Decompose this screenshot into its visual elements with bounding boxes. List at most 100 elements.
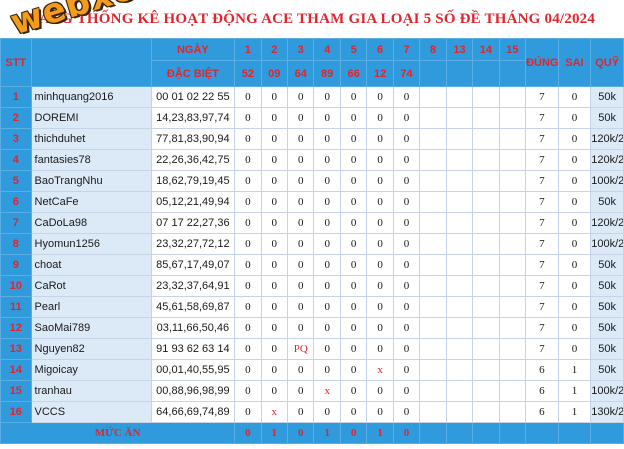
day-mark: 0 xyxy=(287,233,315,255)
wrong-count: 0 xyxy=(557,191,592,213)
row-stt: 9 xyxy=(0,254,32,276)
day-mark: 0 xyxy=(287,107,315,129)
row-stt: 4 xyxy=(0,149,32,171)
table-row: 6 NetCaFe 05,12,21,49,94 0 0 0 0 0 0 0 7 0 50k xyxy=(0,191,624,213)
day-mark: 0 xyxy=(313,359,341,381)
day-mark: 0 xyxy=(392,317,421,339)
correct-count: 7 xyxy=(525,212,559,234)
day-mark xyxy=(445,380,474,402)
wrong-count: 0 xyxy=(557,107,592,129)
player-numbers: 64,66,69,74,89 xyxy=(150,401,236,423)
day-mark: 0 xyxy=(366,107,394,129)
fund-value: 50k xyxy=(590,317,624,339)
day-mark xyxy=(419,338,447,360)
page-title: BẢNG THỐNG KÊ HOẠT ĐỘNG ACE THAM GIA LOẠ… xyxy=(0,0,624,38)
fund-value: 50k xyxy=(590,254,624,276)
day-mark: 0 xyxy=(392,359,421,381)
day-mark: 0 xyxy=(366,275,394,297)
table-row: 8 Hyomun1256 23,32,27,72,12 0 0 0 0 0 0 0 7 0 100k/2 xyxy=(0,233,624,255)
day-mark: 0 xyxy=(339,86,368,108)
day-mark: 0 xyxy=(339,338,368,360)
wrong-count: 0 xyxy=(557,233,592,255)
day-mark: 0 xyxy=(287,317,315,339)
correct-count: 7 xyxy=(525,317,559,339)
day-mark xyxy=(419,401,447,423)
footer-empty xyxy=(557,422,592,444)
day-mark: 0 xyxy=(234,149,262,171)
day-mark: 0 xyxy=(234,107,262,129)
header-row-days: STT NGÀY 1 2 3 4 5 6 7 8 13 14 15 ĐÚNG S… xyxy=(0,38,624,87)
day-mark xyxy=(445,86,474,108)
footer-value xyxy=(498,422,527,444)
header-result xyxy=(498,60,527,87)
day-mark: 0 xyxy=(260,212,289,234)
day-mark xyxy=(419,149,447,171)
footer-value: 0 xyxy=(287,422,315,444)
footer-value: 0 xyxy=(339,422,368,444)
day-mark: 0 xyxy=(313,296,341,318)
day-mark: 0 xyxy=(392,191,421,213)
day-mark xyxy=(445,254,474,276)
day-mark: x xyxy=(260,401,289,423)
day-mark: 0 xyxy=(260,149,289,171)
correct-count: 7 xyxy=(525,170,559,192)
day-mark: 0 xyxy=(260,296,289,318)
day-mark: 0 xyxy=(287,359,315,381)
fund-value: 100k/2 xyxy=(590,170,624,192)
fund-value: 130k/2 xyxy=(590,401,624,423)
table-row: 16 VCCS 64,66,69,74,89 0 x 0 0 0 0 0 6 1 130k/2 xyxy=(0,401,624,423)
day-mark: 0 xyxy=(287,86,315,108)
day-mark: 0 xyxy=(260,254,289,276)
day-mark: 0 xyxy=(339,128,368,150)
row-stt: 16 xyxy=(0,401,32,423)
day-mark: 0 xyxy=(313,401,341,423)
day-mark xyxy=(419,233,447,255)
fund-value: 50k xyxy=(590,275,624,297)
correct-count: 7 xyxy=(525,233,559,255)
player-numbers: 05,12,21,49,94 xyxy=(150,191,236,213)
player-name: Pearl xyxy=(30,296,152,318)
table-row: 3 thichduhet 77,81,83,90,94 0 0 0 0 0 0 0 7 0 120k/2 xyxy=(0,128,624,150)
header-day: 15 xyxy=(498,38,527,61)
day-mark: 0 xyxy=(392,170,421,192)
day-mark: 0 xyxy=(366,401,394,423)
wrong-count: 0 xyxy=(557,338,592,360)
day-mark: 0 xyxy=(234,380,262,402)
player-numbers: 00,01,40,55,95 xyxy=(150,359,236,381)
player-numbers: 00,88,96,98,99 xyxy=(150,380,236,402)
day-mark: 0 xyxy=(366,191,394,213)
player-numbers: 03,11,66,50,46 xyxy=(150,317,236,339)
day-mark: 0 xyxy=(313,275,341,297)
player-name: CaDoLa98 xyxy=(30,212,152,234)
day-mark: 0 xyxy=(287,170,315,192)
day-mark: 0 xyxy=(339,317,368,339)
player-name: SaoMai789 xyxy=(30,317,152,339)
day-mark: 0 xyxy=(234,212,262,234)
day-mark xyxy=(419,317,447,339)
day-mark xyxy=(498,380,527,402)
day-mark xyxy=(472,86,500,108)
row-stt: 8 xyxy=(0,233,32,255)
day-mark: 0 xyxy=(366,170,394,192)
row-stt: 10 xyxy=(0,275,32,297)
day-mark: 0 xyxy=(234,254,262,276)
header-day: 1 xyxy=(234,38,262,61)
player-numbers: 22,26,36,42,75 xyxy=(150,149,236,171)
player-numbers: 23,32,27,72,12 xyxy=(150,233,236,255)
header-result: 09 xyxy=(260,60,289,87)
correct-count: 6 xyxy=(525,401,559,423)
table-row: 10 CaRot 23,32,37,64,91 0 0 0 0 0 0 0 7 0 50k xyxy=(0,275,624,297)
player-numbers: 91 93 62 63 14 xyxy=(150,338,236,360)
day-mark: 0 xyxy=(260,317,289,339)
player-numbers: 85,67,17,49,07 xyxy=(150,254,236,276)
player-name: Nguyen82 xyxy=(30,338,152,360)
day-mark: 0 xyxy=(260,338,289,360)
player-name: fantasies78 xyxy=(30,149,152,171)
fund-value: 50k xyxy=(590,296,624,318)
day-mark: 0 xyxy=(392,254,421,276)
footer-row: MỨC ĂN 0 1 0 1 0 1 0 xyxy=(0,422,624,444)
day-mark: 0 xyxy=(287,296,315,318)
day-mark xyxy=(445,107,474,129)
player-numbers: 07 17 22,27,36 xyxy=(150,212,236,234)
day-mark xyxy=(472,380,500,402)
